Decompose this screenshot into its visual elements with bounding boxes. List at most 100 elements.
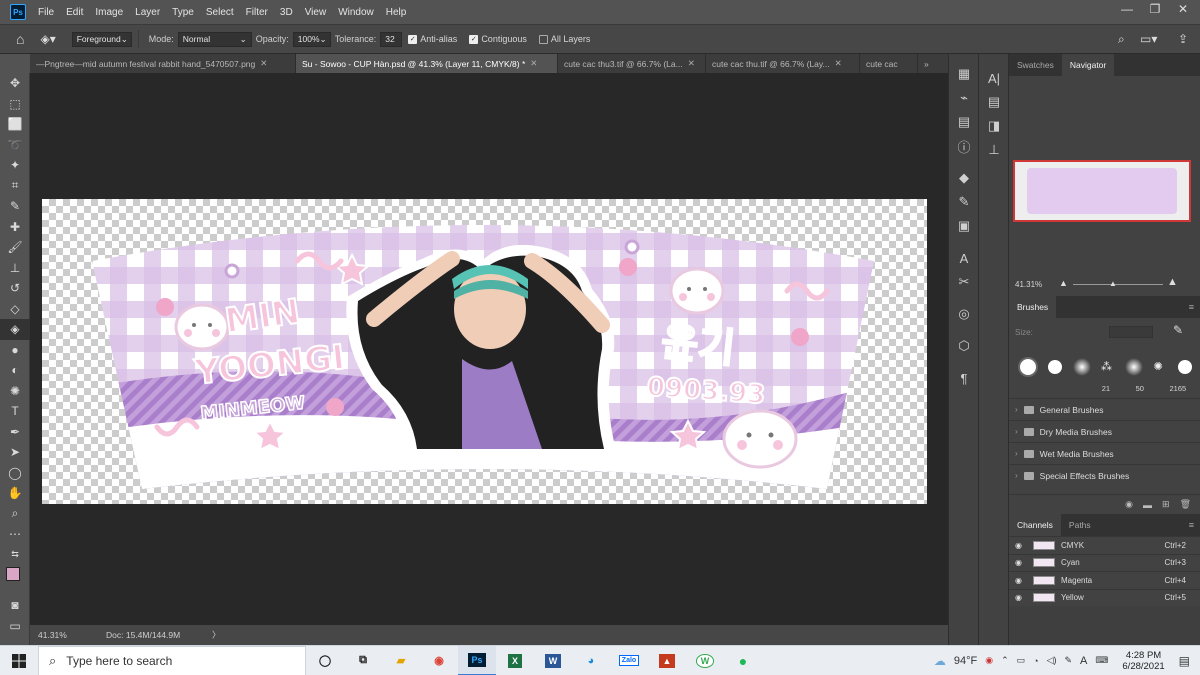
document-canvas[interactable]: MIN YOONGI MINMEOW 윤기 0903.93 [42,199,927,504]
opacity-field[interactable]: 100% ⌄ [292,31,331,47]
menu-3d[interactable]: 3D [280,7,293,18]
menu-filter[interactable]: Filter [246,7,268,18]
clone-stamp-tool-icon[interactable]: ⊥ [0,258,30,279]
pen-icon[interactable]: ✎ [1065,655,1073,666]
swap-colors-icon[interactable]: ⇆ [0,545,30,566]
folder-general-brushes[interactable]: › General Brushes [1009,398,1200,420]
tab-cute-cac-thu[interactable]: cute cac thu.tif @ 66.7% (Lay... ✕ [706,54,860,73]
paint-bucket-preset-icon[interactable]: ◈▾ [40,32,55,46]
hand-tool-icon[interactable]: ✋ [0,483,30,504]
zoom-slider-thumb[interactable]: ▲ [1109,279,1117,288]
channel-row-cyan[interactable]: ◉ Cyan Ctrl+3 [1009,553,1200,572]
brush-preset-chalk[interactable]: ✺ [1154,360,1168,374]
tabs-overflow-icon[interactable]: » [918,54,938,73]
zoom-slider-track[interactable] [1073,284,1163,285]
weather-temp[interactable]: 94°F [954,655,977,667]
excel-icon[interactable]: X [496,646,534,675]
color-swatches[interactable] [0,565,29,595]
brush-preset-round[interactable] [1177,360,1192,374]
menu-layer[interactable]: Layer [135,7,160,18]
properties-panel-icon[interactable]: ▤ [949,110,979,134]
layers-panel-icon[interactable]: ◆ [949,166,979,190]
clock[interactable]: 4:28 PM 6/28/2021 [1122,650,1164,672]
w-app-icon[interactable]: W [686,646,724,675]
channel-row-yellow[interactable]: ◉ Yellow Ctrl+5 [1009,588,1200,607]
close-icon[interactable]: ✕ [835,58,842,69]
sponge-tool-icon[interactable]: ✺ [0,381,30,402]
dodge-tool-icon[interactable]: ◐ [0,360,30,381]
chrome-icon[interactable]: ◉ [420,646,458,675]
workspace-icon[interactable]: ▭▾ [1140,32,1157,46]
task-view-icon[interactable]: ⧉ [344,646,382,675]
lasso-tool-icon[interactable]: ➰ [0,135,30,156]
all-layers-checkbox[interactable]: All Layers [538,34,590,44]
move-tool-icon[interactable]: ✥ [0,73,30,94]
3d-panel-icon[interactable]: ⬡ [949,334,979,358]
menu-file[interactable]: File [38,7,54,18]
visibility-eye-icon[interactable]: ◉ [1015,576,1027,585]
photoshop-taskbar-icon[interactable]: Ps [458,645,496,675]
tab-channels[interactable]: Channels [1009,514,1061,536]
path-selection-tool-icon[interactable]: ➤ [0,442,30,463]
menu-select[interactable]: Select [206,7,234,18]
tolerance-input[interactable]: 32 [380,31,403,47]
adjustments-panel-icon[interactable]: ✎ [949,190,979,214]
contiguous-checkbox[interactable]: ✓ Contiguous [469,34,527,44]
canvas-workspace[interactable]: MIN YOONGI MINMEOW 윤기 0903.93 [30,73,948,625]
new-brush-icon[interactable]: ⊞ [1162,499,1170,510]
tool-presets-panel-icon[interactable]: ✂ [949,270,979,294]
tab-swatches[interactable]: Swatches [1009,54,1062,76]
folder-dry-media-brushes[interactable]: › Dry Media Brushes [1009,420,1200,442]
eraser-tool-icon[interactable]: ◇ [0,299,30,320]
ellipse-tool-icon[interactable]: ◯ [0,463,30,484]
menu-view[interactable]: View [305,7,327,18]
visibility-eye-icon[interactable]: ◉ [1015,558,1027,567]
anti-alias-checkbox[interactable]: ✓ Anti-alias [408,34,457,44]
navigator-preview[interactable] [1013,160,1191,222]
paragraph-panel-icon[interactable]: ¶ [949,366,979,390]
eyedropper-tool-icon[interactable]: ✎ [0,196,30,217]
zoom-tool-icon[interactable]: ⌕ [0,504,30,525]
menu-image[interactable]: Image [95,7,123,18]
crop-tool-icon[interactable]: ⌗ [0,176,30,197]
close-icon[interactable]: ✕ [260,58,267,69]
battery-icon[interactable]: ▭ [1017,655,1026,666]
character-styles-icon[interactable]: A| [979,66,1009,90]
menu-window[interactable]: Window [338,7,374,18]
stamp-panel-icon[interactable]: ⊥ [979,138,1009,162]
share-icon[interactable]: ⇪ [1178,32,1188,46]
more-tools-icon[interactable]: ⋯ [0,524,30,545]
quick-mask-icon[interactable]: ◙ [0,595,30,616]
close-button[interactable]: ✕ [1172,2,1194,16]
zalo-icon[interactable]: Zalo [610,646,648,675]
info-panel-icon[interactable]: ⓘ [949,134,979,158]
brush-tool-icon[interactable]: 🖌 [0,237,30,258]
zoom-in-icon[interactable]: ▲ [1167,276,1178,288]
close-icon[interactable]: ✕ [688,58,695,69]
start-button[interactable] [0,646,38,675]
minimize-button[interactable]: — [1116,2,1138,16]
magic-wand-tool-icon[interactable]: ✦ [0,155,30,176]
navigator-zoom-value[interactable]: 41.31% [1015,280,1042,289]
folder-special-effects-brushes[interactable]: › Special Effects Brushes [1009,464,1200,486]
brush-size-input[interactable] [1109,326,1153,338]
panel-menu-icon[interactable]: ≡ [1189,302,1194,312]
trash-icon[interactable]: 🗑 [1180,499,1191,510]
artboard-tool-icon[interactable]: ⬚ [0,94,30,115]
marquee-tool-icon[interactable]: ⬜ [0,114,30,135]
screen-mode-icon[interactable]: ▭ [0,616,30,637]
word-icon[interactable]: W [534,646,572,675]
status-menu-icon[interactable]: 〉 [212,629,221,641]
mode-select[interactable]: Normal ⌄ [177,31,252,47]
foreground-color-swatch[interactable] [6,567,20,581]
tab-pngtree[interactable]: —Pngtree—mid autumn festival rabbit hand… [30,54,296,73]
history-brush-tool-icon[interactable]: ↺ [0,278,30,299]
folder-wet-media-brushes[interactable]: › Wet Media Brushes [1009,442,1200,464]
clouds-panel-icon[interactable]: ◎ [949,302,979,326]
type-tool-icon[interactable]: T [0,401,30,422]
libraries-panel-icon[interactable]: ▣ [949,214,979,238]
history-panel-icon[interactable]: ▦ [949,62,979,86]
zoom-level[interactable]: 41.31% [38,630,98,640]
brush-preset-soft[interactable] [1072,358,1091,376]
menu-help[interactable]: Help [386,7,407,18]
